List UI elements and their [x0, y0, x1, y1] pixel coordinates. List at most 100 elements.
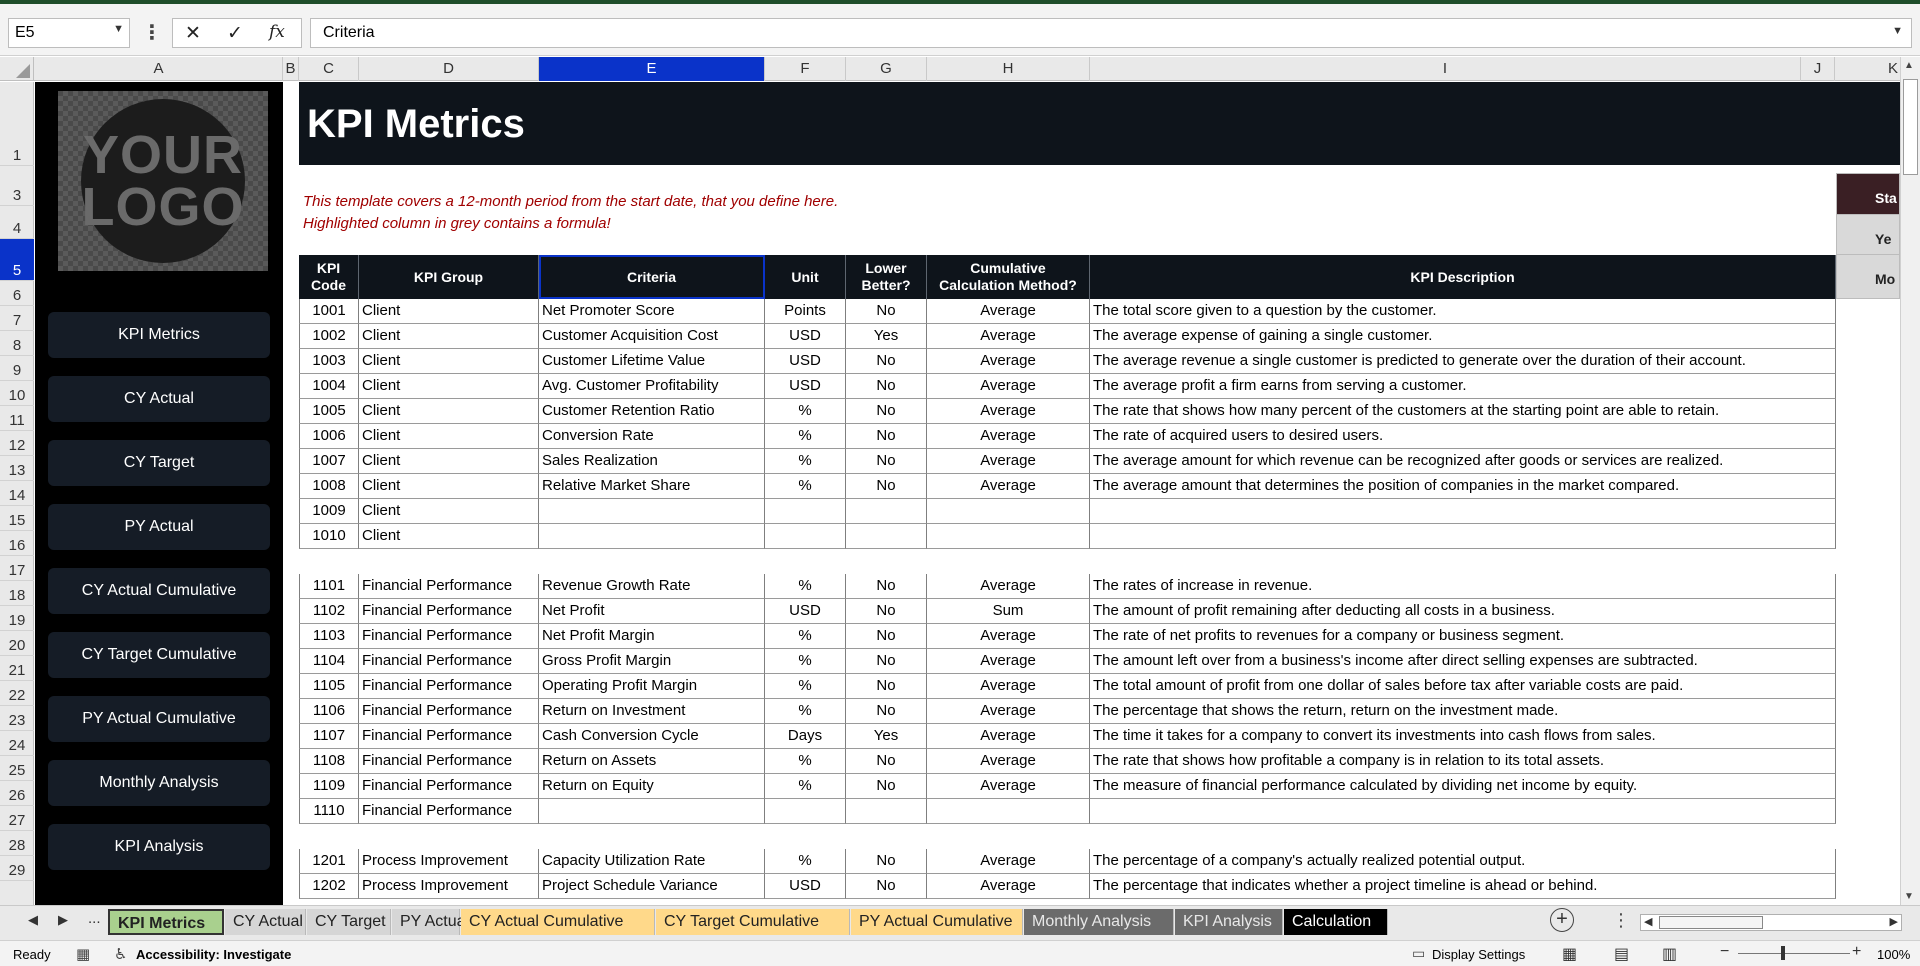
tab-py-actual[interactable]: PY Actual: [392, 909, 469, 935]
normal-view-icon[interactable]: ▦: [1562, 944, 1577, 964]
cell-lower[interactable]: No: [846, 449, 927, 474]
cell-criteria[interactable]: [539, 799, 765, 824]
cell-lower[interactable]: No: [846, 749, 927, 774]
row-header[interactable]: 25: [0, 756, 34, 781]
row-header[interactable]: 10: [0, 381, 34, 406]
cell-group[interactable]: Client: [359, 474, 539, 499]
cell-desc[interactable]: The rates of increase in revenue.: [1090, 574, 1836, 599]
cell-desc[interactable]: The average amount that determines the p…: [1090, 474, 1836, 499]
sidebar-item-cy-target-cumulative[interactable]: CY Target Cumulative: [48, 632, 270, 678]
cell-group[interactable]: Financial Performance: [359, 574, 539, 599]
cell-group[interactable]: Process Improvement: [359, 849, 539, 874]
cell-code[interactable]: 1004: [299, 374, 359, 399]
cell-group[interactable]: Client: [359, 449, 539, 474]
row-header[interactable]: 19: [0, 606, 34, 631]
row-header[interactable]: 7: [0, 306, 34, 331]
cell-criteria[interactable]: [539, 524, 765, 549]
col-header-b[interactable]: B: [283, 57, 299, 81]
macro-record-icon[interactable]: ▦: [76, 945, 90, 963]
cell-method[interactable]: Average: [927, 724, 1090, 749]
cell-method[interactable]: Average: [927, 699, 1090, 724]
cell-group[interactable]: Client: [359, 374, 539, 399]
cell-criteria[interactable]: Net Profit Margin: [539, 624, 765, 649]
tab-kpi-metrics[interactable]: KPI Metrics: [108, 909, 224, 935]
sidebar-item-monthly-analysis[interactable]: Monthly Analysis: [48, 760, 270, 806]
cell-desc[interactable]: The measure of financial performance cal…: [1090, 774, 1836, 799]
col-header-k[interactable]: K: [1835, 57, 1900, 81]
cell-unit[interactable]: %: [765, 774, 846, 799]
horizontal-scrollbar[interactable]: ◀ ▶: [1640, 914, 1902, 931]
header-unit[interactable]: Unit: [765, 255, 846, 299]
cell-lower[interactable]: No: [846, 699, 927, 724]
col-header-f[interactable]: F: [765, 57, 846, 81]
tab-cy-target[interactable]: CY Target: [307, 909, 391, 935]
cell-lower[interactable]: No: [846, 374, 927, 399]
cell-unit[interactable]: [765, 799, 846, 824]
cell-desc[interactable]: The average revenue a single customer is…: [1090, 349, 1836, 374]
header-kpi-group[interactable]: KPI Group: [359, 255, 539, 299]
cell-lower[interactable]: No: [846, 849, 927, 874]
col-header-h[interactable]: H: [927, 57, 1090, 81]
cell-desc[interactable]: [1090, 799, 1836, 824]
cell-group[interactable]: Client: [359, 399, 539, 424]
cell-criteria[interactable]: Customer Lifetime Value: [539, 349, 765, 374]
cell-unit[interactable]: %: [765, 474, 846, 499]
cell-code[interactable]: 1009: [299, 499, 359, 524]
cell-unit[interactable]: %: [765, 699, 846, 724]
cell-code[interactable]: 1001: [299, 299, 359, 324]
cell-criteria[interactable]: Sales Realization: [539, 449, 765, 474]
row-header[interactable]: 23: [0, 706, 34, 731]
tab-monthly-analysis[interactable]: Monthly Analysis: [1024, 909, 1174, 935]
col-header-e[interactable]: E: [539, 57, 765, 81]
cell-method[interactable]: Average: [927, 749, 1090, 774]
col-header-g[interactable]: G: [846, 57, 927, 81]
cell-lower[interactable]: [846, 524, 927, 549]
col-header-a[interactable]: A: [35, 57, 283, 81]
cell-lower[interactable]: No: [846, 574, 927, 599]
page-layout-icon[interactable]: ▤: [1614, 944, 1629, 964]
cell-unit[interactable]: %: [765, 649, 846, 674]
cell-method[interactable]: [927, 499, 1090, 524]
cell-desc[interactable]: The amount left over from a business's i…: [1090, 649, 1836, 674]
display-settings-icon[interactable]: ▭: [1412, 945, 1425, 962]
cell-desc[interactable]: [1090, 499, 1836, 524]
chevron-down-icon[interactable]: ▼: [113, 23, 124, 35]
cancel-icon[interactable]: ✕: [185, 22, 201, 45]
cell-code[interactable]: 1008: [299, 474, 359, 499]
cell-code[interactable]: 1201: [299, 849, 359, 874]
cell-group[interactable]: Financial Performance: [359, 749, 539, 774]
cell-unit[interactable]: Points: [765, 299, 846, 324]
tab-py-actual-cumulative[interactable]: PY Actual Cumulative: [851, 909, 1023, 935]
cell-desc[interactable]: The total score given to a question by t…: [1090, 299, 1836, 324]
hscroll-thumb[interactable]: [1659, 916, 1763, 929]
cell-code[interactable]: 1105: [299, 674, 359, 699]
sidebar-item-kpi-analysis[interactable]: KPI Analysis: [48, 824, 270, 870]
tab-cy-target-cumulative[interactable]: CY Target Cumulative: [656, 909, 850, 935]
row-header[interactable]: 6: [0, 281, 34, 306]
cell-unit[interactable]: USD: [765, 374, 846, 399]
cell-method[interactable]: Average: [927, 849, 1090, 874]
sidebar-item-cy-target[interactable]: CY Target: [48, 440, 270, 486]
cell-desc[interactable]: The average amount for which revenue can…: [1090, 449, 1836, 474]
cell-code[interactable]: 1010: [299, 524, 359, 549]
cell-group[interactable]: Financial Performance: [359, 649, 539, 674]
sidebar-item-cy-actual-cumulative[interactable]: CY Actual Cumulative: [48, 568, 270, 614]
cell-method[interactable]: [927, 799, 1090, 824]
sidebar-item-kpi-metrics[interactable]: KPI Metrics: [48, 312, 270, 358]
cell-method[interactable]: Sum: [927, 599, 1090, 624]
cell-method[interactable]: Average: [927, 874, 1090, 899]
cell-lower[interactable]: No: [846, 774, 927, 799]
cell-lower[interactable]: [846, 799, 927, 824]
cell-criteria[interactable]: Conversion Rate: [539, 424, 765, 449]
cell-code[interactable]: 1005: [299, 399, 359, 424]
cell-group[interactable]: Financial Performance: [359, 724, 539, 749]
row-header[interactable]: 15: [0, 506, 34, 531]
cell-criteria[interactable]: Relative Market Share: [539, 474, 765, 499]
scroll-up-icon[interactable]: ▲: [1904, 60, 1914, 71]
cell-lower[interactable]: No: [846, 624, 927, 649]
cell-unit[interactable]: %: [765, 424, 846, 449]
row-header[interactable]: 28: [0, 831, 34, 856]
cell-group[interactable]: Financial Performance: [359, 799, 539, 824]
cell-criteria[interactable]: Customer Acquisition Cost: [539, 324, 765, 349]
cell-code[interactable]: 1102: [299, 599, 359, 624]
